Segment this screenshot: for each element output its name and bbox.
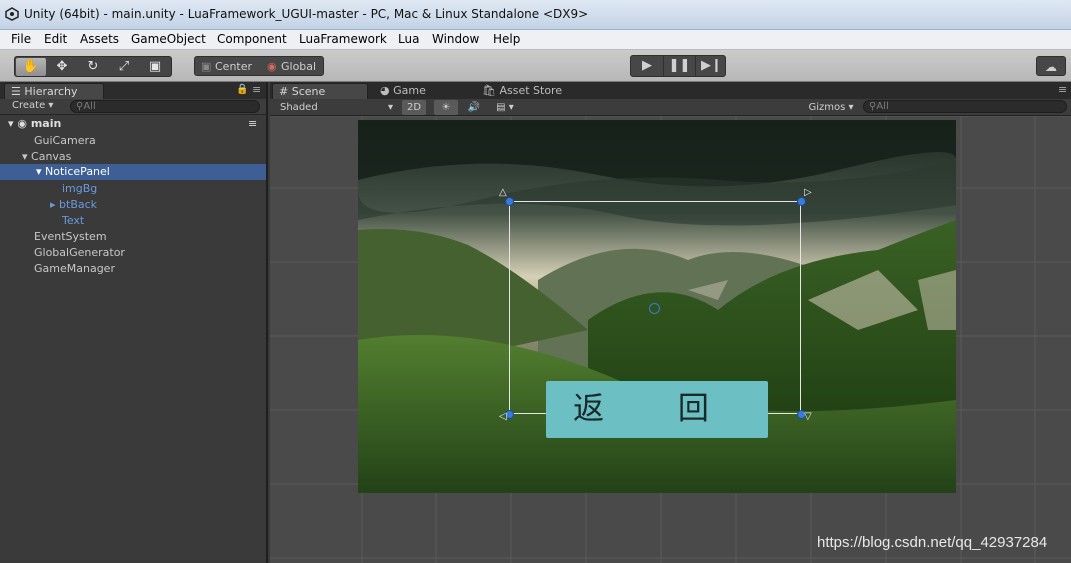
collapse-arrow-icon: ▾ — [22, 150, 28, 163]
hierarchy-tabstrip: ☰ Hierarchy 🔒 ≡ — [0, 82, 266, 99]
tab-asset-store-label: Asset Store — [499, 84, 563, 97]
scene-panel: # Scene ◕ Game 🛍 Asset Store ≡ Shaded ▾ … — [270, 82, 1071, 563]
global-icon: ◉ — [267, 60, 277, 73]
menu-lua[interactable]: Lua — [398, 32, 419, 46]
pause-icon[interactable]: ❚❚ — [663, 56, 695, 76]
cloud-icon[interactable]: ☁ — [1036, 56, 1066, 76]
anchor-icon[interactable]: ▽ — [804, 411, 812, 422]
hierarchy-panel: ☰ Hierarchy 🔒 ≡ Create ▾ ⚲All ▾ ◉ main ≡… — [0, 82, 268, 563]
shading-label: Shaded — [280, 102, 318, 113]
grid-icon: # — [279, 85, 289, 98]
tab-hierarchy[interactable]: ☰ Hierarchy — [4, 83, 104, 99]
scene-root-label: main — [30, 117, 62, 130]
tab-game-label: Game — [393, 84, 426, 97]
tab-asset-store[interactable]: 🛍 Asset Store — [476, 83, 568, 99]
lighting-icon[interactable]: ☀ — [434, 100, 458, 115]
shading-dropdown[interactable]: Shaded ▾ — [280, 100, 398, 115]
watermark: https://blog.csdn.net/qq_42937284 — [817, 534, 1048, 551]
unity-scene-icon: ◉ — [17, 117, 27, 130]
list-item-label: btBack — [59, 198, 98, 211]
expand-arrow-icon: ▸ — [50, 198, 56, 211]
playback-controls: ▶ ❚❚ ▶❙ — [630, 55, 726, 77]
list-item[interactable]: ▸ btBack — [0, 197, 266, 213]
list-item-label: NoticePanel — [45, 165, 110, 178]
scene-menu-icon[interactable]: ≡ — [248, 116, 257, 132]
lock-icon[interactable]: 🔒 — [236, 84, 248, 95]
collapse-arrow-icon: ▾ — [8, 117, 14, 130]
hierarchy-search-input[interactable]: ⚲All — [70, 100, 260, 113]
title-bar: Unity (64bit) - main.unity - LuaFramewor… — [0, 0, 1071, 30]
effects-icon[interactable]: ▤ ▾ — [490, 100, 520, 115]
tab-scene[interactable]: # Scene — [272, 83, 368, 99]
list-item-label: Canvas — [31, 150, 72, 163]
create-dropdown[interactable]: Create ▾ — [12, 100, 53, 111]
gizmos-label: Gizmos — [808, 102, 846, 113]
hierarchy-toolbar: Create ▾ ⚲All — [0, 99, 266, 115]
pivot-point-icon[interactable] — [649, 303, 660, 314]
resize-handle-top-left[interactable] — [505, 197, 514, 206]
center-icon: ▣ — [201, 60, 212, 73]
anchor-icon[interactable]: ▷ — [804, 187, 812, 198]
tab-game[interactable]: ◕ Game — [374, 83, 432, 99]
menu-luaframework[interactable]: LuaFramework — [299, 32, 387, 46]
tab-scene-label: Scene — [291, 85, 326, 98]
rect-icon[interactable]: ▣ — [140, 58, 170, 76]
menu-window[interactable]: Window — [432, 32, 479, 46]
window-title: Unity (64bit) - main.unity - LuaFramewor… — [24, 7, 589, 21]
scene-root[interactable]: ▾ ◉ main ≡ — [0, 116, 266, 132]
anchor-icon[interactable]: △ — [499, 187, 507, 198]
list-item[interactable]: GlobalGenerator — [0, 245, 266, 261]
menu-file[interactable]: File — [11, 32, 31, 46]
scene-search-placeholder: All — [876, 101, 889, 112]
panel-menu-icon[interactable]: ≡ — [252, 83, 261, 96]
list-item[interactable]: ▾ Canvas — [0, 149, 266, 165]
menu-component[interactable]: Component — [217, 32, 287, 46]
scene-tabstrip: # Scene ◕ Game 🛍 Asset Store ≡ — [270, 82, 1071, 99]
menu-edit[interactable]: Edit — [44, 32, 67, 46]
pivot-global-button[interactable]: Global — [281, 60, 316, 73]
panel-menu-icon[interactable]: ≡ — [1058, 83, 1067, 96]
menu-help[interactable]: Help — [493, 32, 520, 46]
transform-tools: ✋ ✥ ↻ ⤢ ▣ — [14, 56, 172, 77]
list-item[interactable]: GuiCamera — [0, 133, 266, 149]
back-button[interactable]: 返 回 — [546, 381, 768, 438]
create-label: Create — [12, 100, 46, 111]
play-icon[interactable]: ▶ — [631, 56, 663, 76]
hierarchy-search-placeholder: All — [83, 101, 96, 112]
hand-icon[interactable]: ✋ — [16, 58, 46, 76]
anchor-icon[interactable]: ◁ — [499, 411, 507, 422]
list-item-selected[interactable]: ▾ NoticePanel — [0, 164, 266, 180]
list-item[interactable]: imgBg — [0, 181, 266, 197]
menu-assets[interactable]: Assets — [80, 32, 119, 46]
gizmos-dropdown[interactable]: Gizmos ▾ — [805, 100, 857, 115]
pivot-toggle: ▣ Center ◉ Global — [194, 56, 324, 76]
scene-viewport[interactable]: △ ▷ ◁ ▽ 返 回 — [270, 116, 1071, 563]
pacman-icon: ◕ — [380, 84, 390, 97]
list-icon: ☰ — [11, 85, 21, 98]
scene-toolbar: Shaded ▾ 2D ☀ 🔊 ▤ ▾ Gizmos ▾ ⚲All — [270, 99, 1071, 116]
collapse-arrow-icon: ▾ — [36, 165, 42, 178]
resize-handle-top-right[interactable] — [797, 197, 806, 206]
unity-logo-icon — [5, 7, 19, 21]
step-icon[interactable]: ▶❙ — [695, 56, 727, 76]
list-item[interactable]: GameManager — [0, 261, 266, 277]
toggle-2d-button[interactable]: 2D — [402, 100, 426, 115]
menu-gameobject[interactable]: GameObject — [131, 32, 206, 46]
list-item[interactable]: Text — [0, 213, 266, 229]
rotate-icon[interactable]: ↻ — [78, 58, 108, 76]
bag-icon: 🛍 — [482, 84, 496, 97]
main-toolbar: ✋ ✥ ↻ ⤢ ▣ ▣ Center ◉ Global ▶ ❚❚ ▶❙ ☁ — [0, 50, 1071, 82]
menu-bar: File Edit Assets GameObject Component Lu… — [0, 30, 1071, 50]
pivot-center-button[interactable]: Center — [215, 60, 252, 73]
tab-hierarchy-label: Hierarchy — [24, 85, 78, 98]
chevron-down-icon: ▾ — [388, 102, 394, 113]
list-item[interactable]: EventSystem — [0, 229, 266, 245]
scene-search-input[interactable]: ⚲All — [863, 100, 1067, 113]
move-icon[interactable]: ✥ — [47, 58, 77, 76]
scale-icon[interactable]: ⤢ — [109, 58, 139, 76]
audio-icon[interactable]: 🔊 — [462, 100, 486, 115]
